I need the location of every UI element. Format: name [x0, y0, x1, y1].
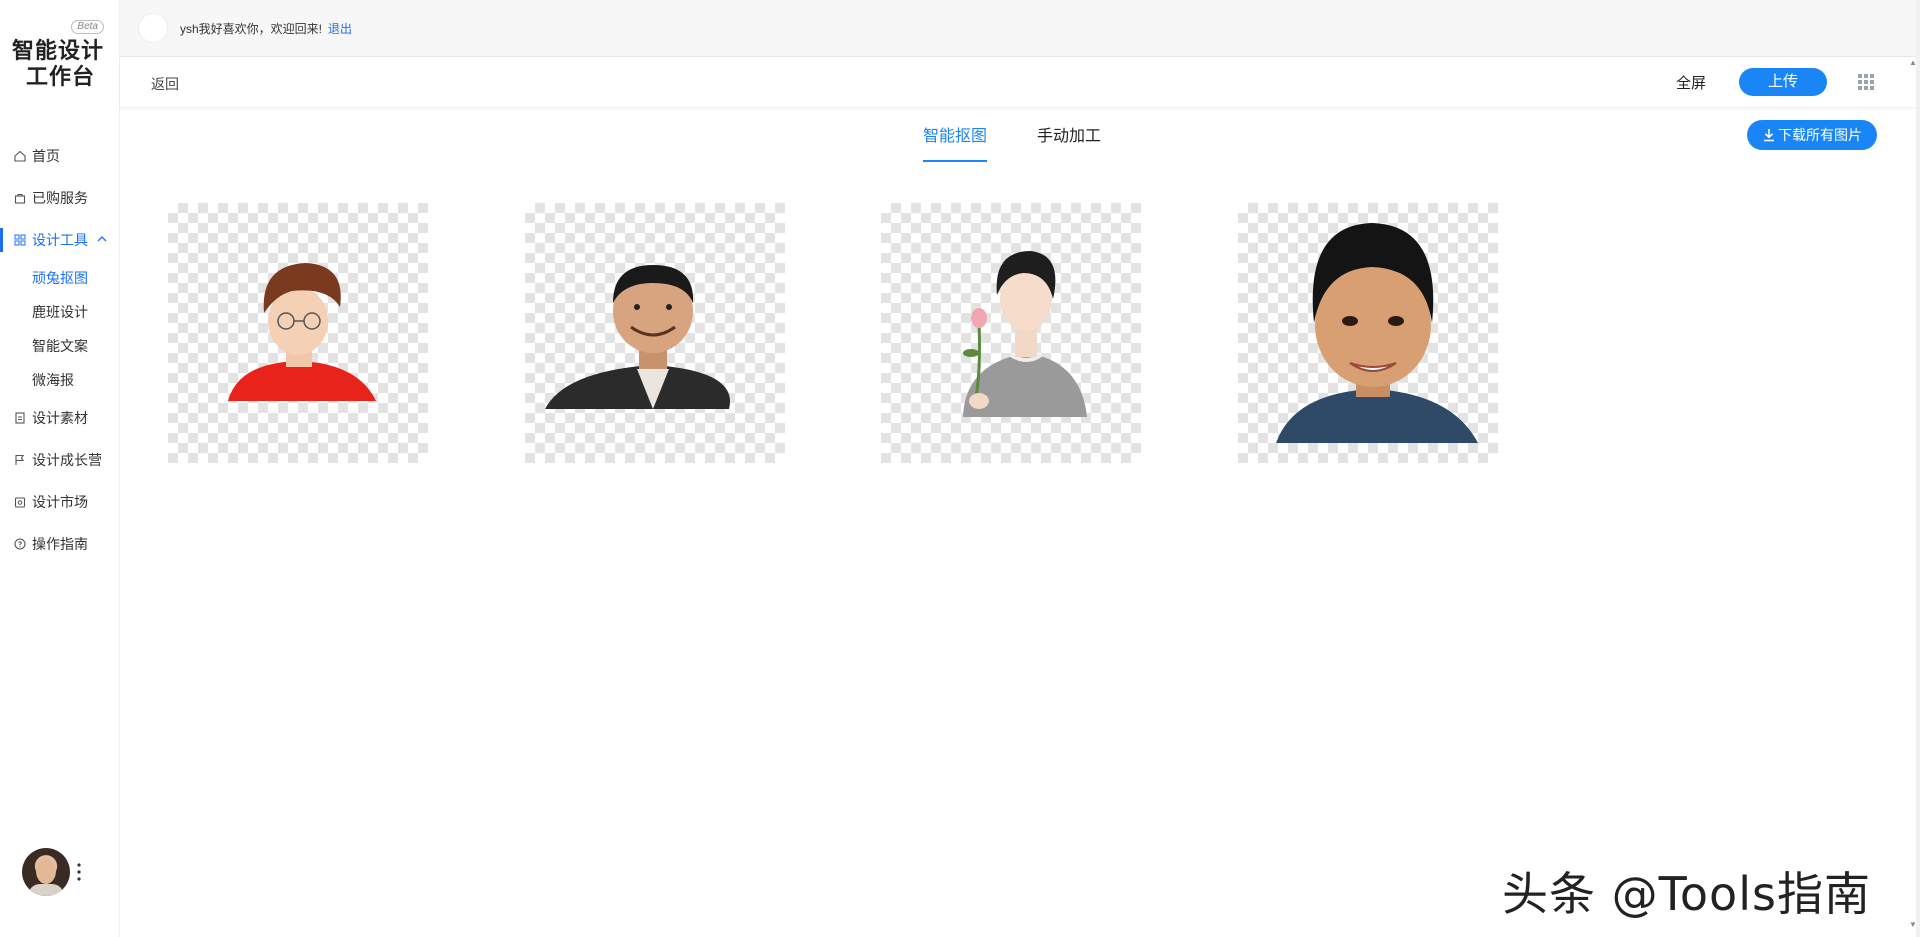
sidebar-item-label: 首页: [32, 148, 60, 164]
top-bar: ysh我好喜欢你，欢迎回来! 退出: [120, 0, 1916, 57]
store-icon: [14, 497, 26, 508]
more-vertical-icon[interactable]: [74, 860, 84, 884]
greeting-text: ysh我好喜欢你，欢迎回来!: [180, 21, 323, 36]
user-avatar[interactable]: [22, 848, 70, 896]
tab-active-indicator: [923, 160, 987, 162]
bag-icon: [14, 193, 26, 204]
sidebar-subitem-copywriting[interactable]: 智能文案: [0, 329, 119, 363]
sidebar-subitem-cutout[interactable]: 顽兔抠图: [0, 261, 119, 295]
sidebar-item-design-tools[interactable]: 设计工具: [0, 219, 119, 261]
watermark: 头条 @Tools指南: [1502, 867, 1871, 921]
sidebar-item-purchased[interactable]: 已购服务: [0, 177, 119, 219]
portrait-young-man-with-rose: [963, 251, 1087, 417]
sidebar-nav: 首页 已购服务 设计工具 顽兔抠图 鹿班设计 智能文案 微海报 设计素材 设计成…: [0, 135, 119, 565]
vertical-scrollbar[interactable]: [1916, 0, 1920, 937]
sidebar-item-growth-camp[interactable]: 设计成长营: [0, 439, 119, 481]
sidebar-item-label: 设计市场: [32, 494, 88, 510]
sidebar-item-guide[interactable]: 操作指南: [0, 523, 119, 565]
sidebar-subitem-poster[interactable]: 微海报: [0, 363, 119, 397]
apps-grid-icon[interactable]: [1857, 73, 1875, 91]
home-icon: [14, 150, 26, 162]
flag-icon: [15, 454, 24, 465]
scroll-up-arrow-icon[interactable]: ▲: [1906, 58, 1920, 72]
tab-smart-cutout[interactable]: 智能抠图: [923, 122, 987, 146]
avatar-face: [36, 858, 56, 884]
sidebar-item-home[interactable]: 首页: [0, 135, 119, 177]
help-icon: [14, 538, 26, 550]
image-card[interactable]: [1238, 203, 1498, 463]
sidebar-item-label: 设计工具: [32, 232, 88, 248]
download-icon: [1764, 129, 1774, 142]
logout-link[interactable]: 退出: [328, 20, 352, 37]
grid-icon: [14, 234, 26, 246]
sidebar-item-label: 已购服务: [32, 190, 88, 206]
tab-manual-edit[interactable]: 手动加工: [1037, 122, 1101, 146]
fullscreen-button[interactable]: 全屏: [1676, 72, 1706, 93]
download-all-label: 下载所有图片: [1778, 127, 1862, 143]
portrait-boy-red-shirt: [228, 263, 376, 401]
sidebar: Beta 智能设计 工作台 首页 已购服务 设计工具 顽兔抠图 鹿班设计 智能文…: [0, 0, 120, 937]
chevron-up-icon[interactable]: [95, 232, 109, 246]
logo-line-2: 工作台: [26, 64, 96, 89]
portrait-man-dark-jacket: [545, 265, 731, 409]
file-icon: [15, 412, 25, 424]
image-card[interactable]: [168, 203, 428, 463]
download-all-button[interactable]: 下载所有图片: [1747, 120, 1877, 150]
portrait-smiling-child: [1276, 223, 1478, 443]
app-window: Beta 智能设计 工作台 首页 已购服务 设计工具 顽兔抠图 鹿班设计 智能文…: [0, 0, 1920, 937]
avatar-body: [28, 884, 64, 896]
scroll-down-arrow-icon[interactable]: ▼: [1906, 920, 1920, 934]
sidebar-item-materials[interactable]: 设计素材: [0, 397, 119, 439]
sidebar-subitem-luban[interactable]: 鹿班设计: [0, 295, 119, 329]
image-card[interactable]: [881, 203, 1141, 463]
logo[interactable]: Beta 智能设计 工作台: [12, 20, 104, 90]
back-button[interactable]: 返回: [151, 74, 179, 94]
sidebar-item-market[interactable]: 设计市场: [0, 481, 119, 523]
beta-badge: Beta: [71, 20, 104, 34]
logo-line-1: 智能设计: [12, 38, 105, 63]
top-avatar[interactable]: [138, 13, 168, 43]
sidebar-item-label: 操作指南: [32, 536, 88, 552]
upload-button[interactable]: 上传: [1739, 68, 1827, 96]
sidebar-item-label: 设计素材: [32, 410, 88, 426]
image-card[interactable]: [525, 203, 785, 463]
sidebar-item-label: 设计成长营: [32, 452, 102, 468]
toolbar: 返回 全屏 上传: [120, 58, 1916, 108]
